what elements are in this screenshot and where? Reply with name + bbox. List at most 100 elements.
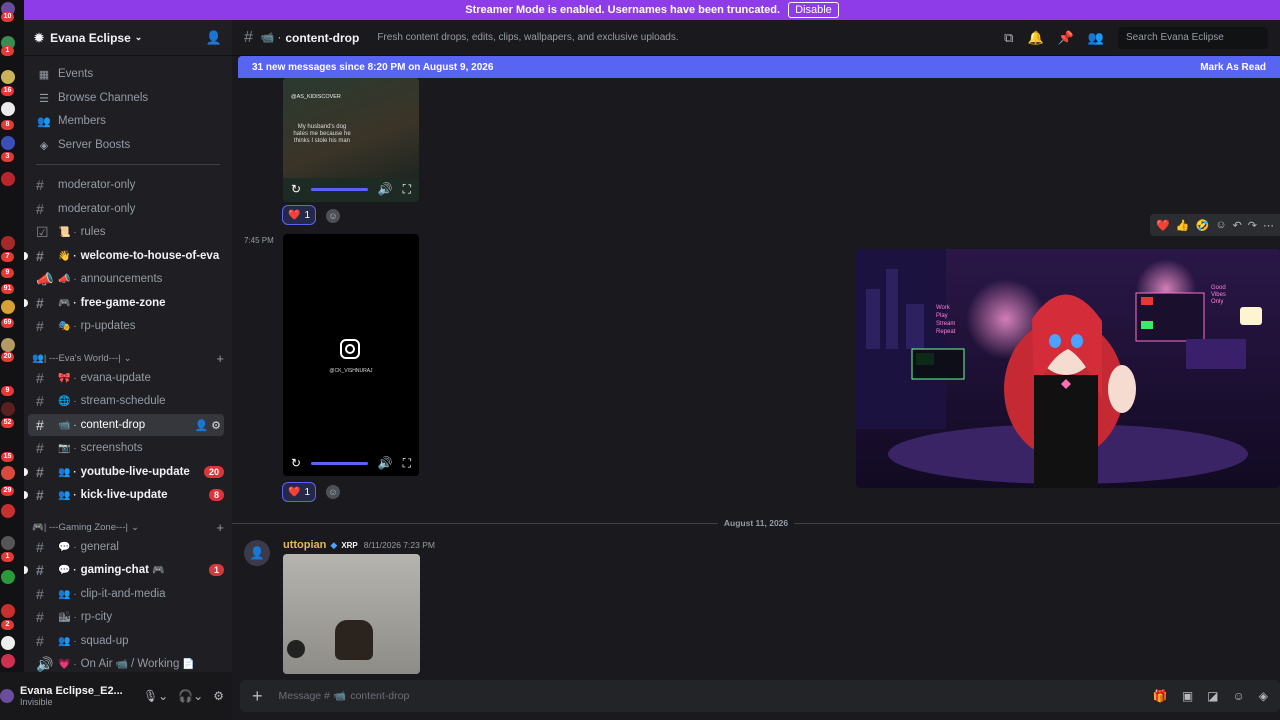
- channel-announcements[interactable]: 📣 📣 · announcements: [28, 268, 224, 290]
- add-channel-icon[interactable]: +: [216, 351, 224, 366]
- server-icon[interactable]: [1, 402, 15, 416]
- reaction-heart[interactable]: ❤️ 1: [282, 205, 317, 225]
- streamer-room-image[interactable]: Work Play Stream Repeat Good Vibes Only: [856, 249, 1280, 488]
- message-timestamp: 7:45 PM: [244, 236, 274, 245]
- server-icon[interactable]: [1, 570, 15, 584]
- rail-badge: 91: [1, 284, 14, 294]
- server-icon[interactable]: [1, 102, 15, 116]
- channel-free-game-zone[interactable]: # 🎮 · free-game-zone: [24, 292, 224, 314]
- server-header[interactable]: ✹ Evana Eclipse ⌄ 👤: [24, 20, 232, 56]
- pin-icon[interactable]: 📌: [1058, 30, 1074, 46]
- add-reaction-icon[interactable]: ☺: [1215, 219, 1226, 231]
- megaphone-emoji: 📣 ·: [58, 273, 77, 285]
- channel-rules[interactable]: ☑ 📜 · rules: [28, 221, 224, 243]
- server-icon[interactable]: [1, 654, 15, 668]
- server-star-icon: ✹: [34, 30, 45, 45]
- events-item[interactable]: ▦ Events: [36, 64, 224, 84]
- members-item[interactable]: 👥 Members: [36, 111, 224, 131]
- channel-welcome[interactable]: # 👋 · welcome-to-house-of-eva: [24, 245, 224, 267]
- volume-icon[interactable]: 🔊: [378, 456, 393, 470]
- fullscreen-icon[interactable]: ⛶: [403, 182, 411, 197]
- video-player[interactable]: @CK_VISHNURAJ ↻ 🔊 ⛶: [283, 234, 419, 476]
- server-icon[interactable]: [1, 136, 15, 150]
- gift-icon[interactable]: 🎁: [1153, 689, 1168, 703]
- message-composer[interactable]: + Message # 📹 content-drop 🎁 ▣ ◪ ☺ ◈: [240, 680, 1280, 712]
- server-icon[interactable]: [1, 300, 15, 314]
- channel-rp-city[interactable]: # 🏙 · rp-city: [28, 606, 224, 628]
- sticker-icon[interactable]: ◪: [1207, 689, 1218, 703]
- server-icon[interactable]: [1, 172, 15, 186]
- add-reaction-icon[interactable]: ☺: [326, 209, 340, 223]
- server-icon[interactable]: [1, 636, 15, 650]
- replay-icon[interactable]: ↻: [291, 182, 301, 196]
- channel-clip-it-and-media[interactable]: # 👥 · clip-it-and-media: [28, 583, 224, 605]
- fullscreen-icon[interactable]: ⛶: [403, 456, 411, 471]
- browse-channels-item[interactable]: ☰ Browse Channels: [36, 88, 224, 108]
- author-name[interactable]: uttopian: [283, 539, 326, 551]
- video-player[interactable]: @AS_KIDISCOVER My husband's dog hates me…: [283, 78, 419, 202]
- gif-icon[interactable]: ▣: [1182, 689, 1193, 703]
- reaction-heart[interactable]: ❤️ 1: [282, 482, 317, 502]
- video-player[interactable]: [283, 554, 420, 674]
- calendar-icon: ▦: [38, 68, 50, 81]
- volume-slider[interactable]: [311, 187, 368, 191]
- disable-streamer-button[interactable]: Disable: [788, 2, 839, 18]
- video-emoji: 📹 ·: [58, 419, 77, 431]
- server-icon[interactable]: [1, 604, 15, 618]
- thumbs-up-icon[interactable]: 👍: [1176, 219, 1190, 232]
- channel-content-drop[interactable]: # 📹 · content-drop 👤⚙: [28, 414, 224, 436]
- volume-icon[interactable]: 🔊: [378, 182, 393, 196]
- server-icon[interactable]: [1, 466, 15, 480]
- channel-stream-schedule[interactable]: # 🌐 · stream-schedule: [28, 390, 224, 412]
- people-emoji: 👥 ·: [58, 588, 77, 600]
- add-attachment-icon[interactable]: +: [252, 686, 263, 707]
- emoji-icon[interactable]: ☺: [1233, 689, 1245, 703]
- server-icon[interactable]: [1, 236, 15, 250]
- microphone-icon[interactable]: 🎙⌄: [143, 689, 168, 703]
- server-boosts-item[interactable]: ◈ Server Boosts: [36, 135, 224, 155]
- laugh-icon[interactable]: 🤣: [1196, 219, 1210, 232]
- new-messages-bar[interactable]: 31 new messages since 8:20 PM on August …: [238, 56, 1280, 78]
- channel-label: rp-updates: [80, 320, 136, 332]
- mark-as-read-button[interactable]: Mark As Read: [1200, 62, 1266, 73]
- category-evas-world[interactable]: 👥 | ---Eva's World---| ⌄ +: [32, 350, 224, 366]
- server-icon[interactable]: [1, 338, 15, 352]
- members-list-icon[interactable]: 👥: [1088, 30, 1104, 46]
- heart-react-icon[interactable]: ❤️: [1156, 219, 1170, 232]
- reply-icon[interactable]: ↶: [1233, 219, 1242, 232]
- forward-icon[interactable]: ↷: [1248, 219, 1257, 232]
- replay-icon[interactable]: ↻: [291, 456, 301, 470]
- channel-evana-update[interactable]: # 🎀 · evana-update: [28, 367, 224, 389]
- category-gaming-zone[interactable]: 🎮 | ---Gaming Zone---| ⌄ +: [32, 519, 224, 535]
- channel-kick-live-update[interactable]: # 👥 · kick-live-update 8: [24, 484, 224, 506]
- channel-general[interactable]: # 💬 · general: [28, 536, 224, 558]
- headphones-icon[interactable]: 🎧⌄: [178, 689, 203, 703]
- channel-moderator-only[interactable]: # moderator-only: [28, 174, 224, 196]
- channel-moderator-only-2[interactable]: # moderator-only: [28, 198, 224, 220]
- channel-youtube-live-update[interactable]: # 👥 · youtube-live-update 20: [24, 461, 224, 483]
- add-reaction-icon[interactable]: ☺: [326, 485, 340, 499]
- unread-indicator: [24, 491, 28, 499]
- server-icon[interactable]: [1, 536, 15, 550]
- avatar[interactable]: [0, 689, 14, 703]
- search-input[interactable]: Search Evana Eclipse: [1118, 26, 1268, 49]
- user-info[interactable]: Evana Eclipse_E2... Invisible: [20, 685, 123, 707]
- volume-slider[interactable]: [311, 461, 368, 465]
- channel-squad-up[interactable]: # 👥 · squad-up: [28, 630, 224, 652]
- more-icon[interactable]: ⋯: [1263, 219, 1274, 232]
- server-icon[interactable]: [1, 504, 15, 518]
- gear-icon[interactable]: ⚙: [213, 689, 224, 703]
- invite-icon[interactable]: 👤: [206, 30, 222, 46]
- channel-screenshots[interactable]: # 📷 · screenshots: [28, 437, 224, 459]
- speech-emoji: 💬 ·: [58, 541, 77, 553]
- bell-icon[interactable]: 🔔: [1027, 30, 1043, 46]
- server-icon[interactable]: [1, 70, 15, 84]
- channel-gaming-chat[interactable]: # 💬 · gaming-chat 🎮 1: [24, 559, 224, 581]
- add-channel-icon[interactable]: +: [216, 520, 224, 535]
- channel-topic[interactable]: Fresh content drops, edits, clips, wallp…: [377, 32, 678, 43]
- avatar[interactable]: 👤: [244, 540, 270, 566]
- apps-icon[interactable]: ◈: [1259, 689, 1268, 703]
- channel-rp-updates[interactable]: # 🎭 · rp-updates: [28, 315, 224, 337]
- threads-icon[interactable]: ⧉: [1004, 30, 1013, 46]
- channel-settings-icons[interactable]: 👤⚙: [194, 419, 224, 432]
